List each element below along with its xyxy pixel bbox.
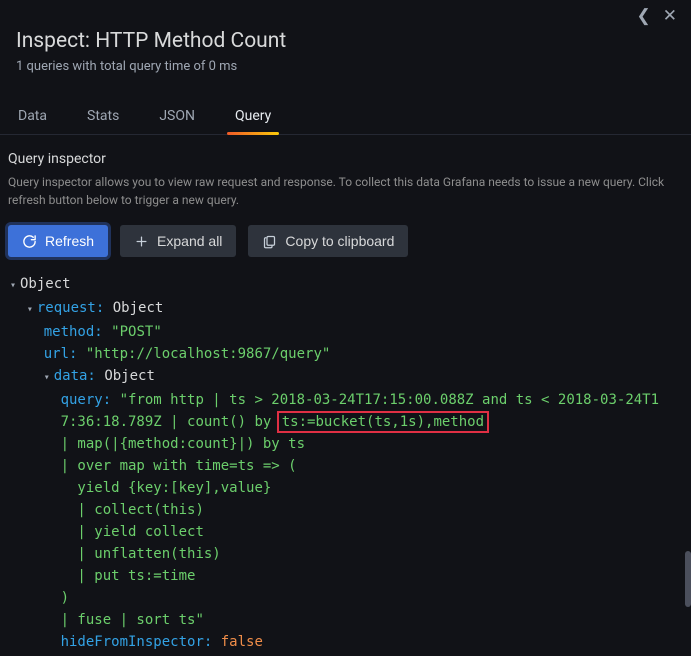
- json-value: false: [221, 634, 263, 650]
- json-key: data:: [54, 368, 96, 384]
- json-value: | fuse | sort ts": [61, 612, 204, 628]
- json-value: "http://localhost:9867/query": [86, 346, 330, 362]
- json-value: | yield collect: [61, 524, 204, 540]
- json-viewer[interactable]: ▾Object ▾request: Object method: "POST" …: [0, 271, 691, 656]
- json-value: 7:36:18.789Z | count() by: [61, 414, 280, 430]
- close-icon[interactable]: ✕: [663, 8, 677, 25]
- scrollbar-thumb[interactable]: [685, 551, 691, 607]
- toggle-icon[interactable]: ▾: [44, 367, 54, 389]
- json-key: method:: [44, 324, 103, 340]
- json-key: query:: [61, 392, 112, 408]
- json-value: yield {key:[key],value}: [61, 480, 272, 496]
- copy-label: Copy to clipboard: [285, 233, 394, 249]
- back-icon[interactable]: ❮: [637, 8, 651, 25]
- inspector-title: Query inspector: [0, 151, 691, 173]
- tab-query[interactable]: Query: [233, 102, 273, 134]
- clipboard-icon: [262, 234, 277, 249]
- json-value: | map(|{method:count}|) by ts: [61, 436, 305, 452]
- json-value: | put ts:=time: [61, 568, 196, 584]
- tab-json[interactable]: JSON: [157, 102, 197, 134]
- expand-all-label: Expand all: [157, 233, 222, 249]
- drawer-subtitle: 1 queries with total query time of 0 ms: [16, 59, 675, 74]
- json-value: ): [61, 590, 69, 606]
- refresh-label: Refresh: [45, 233, 94, 249]
- json-value: | over map with time=ts => (: [61, 458, 297, 474]
- json-node: Object: [20, 276, 71, 292]
- json-value: "from http | ts > 2018-03-24T17:15:00.08…: [120, 392, 659, 408]
- inspector-description: Query inspector allows you to view raw r…: [0, 173, 691, 225]
- tab-data[interactable]: Data: [16, 102, 49, 134]
- json-key: request:: [37, 300, 104, 316]
- json-value: | collect(this): [61, 502, 204, 518]
- json-value: "POST": [111, 324, 162, 340]
- tabs: Data Stats JSON Query: [0, 84, 691, 135]
- toggle-icon[interactable]: ▾: [10, 275, 20, 297]
- toggle-icon[interactable]: ▾: [27, 299, 37, 321]
- drawer-title: Inspect: HTTP Method Count: [16, 29, 675, 53]
- json-value: | unflatten(this): [61, 546, 221, 562]
- highlighted-query-segment: ts:=bucket(ts,1s),method: [280, 414, 486, 430]
- json-key: hideFromInspector:: [61, 634, 213, 650]
- tab-stats[interactable]: Stats: [85, 102, 121, 134]
- json-node: Object: [113, 300, 164, 316]
- json-key: url:: [44, 346, 78, 362]
- refresh-button[interactable]: Refresh: [8, 225, 108, 257]
- expand-all-button[interactable]: Expand all: [120, 225, 236, 257]
- plus-icon: [134, 234, 149, 249]
- json-node: Object: [104, 368, 155, 384]
- refresh-icon: [22, 234, 37, 249]
- copy-button[interactable]: Copy to clipboard: [248, 225, 408, 257]
